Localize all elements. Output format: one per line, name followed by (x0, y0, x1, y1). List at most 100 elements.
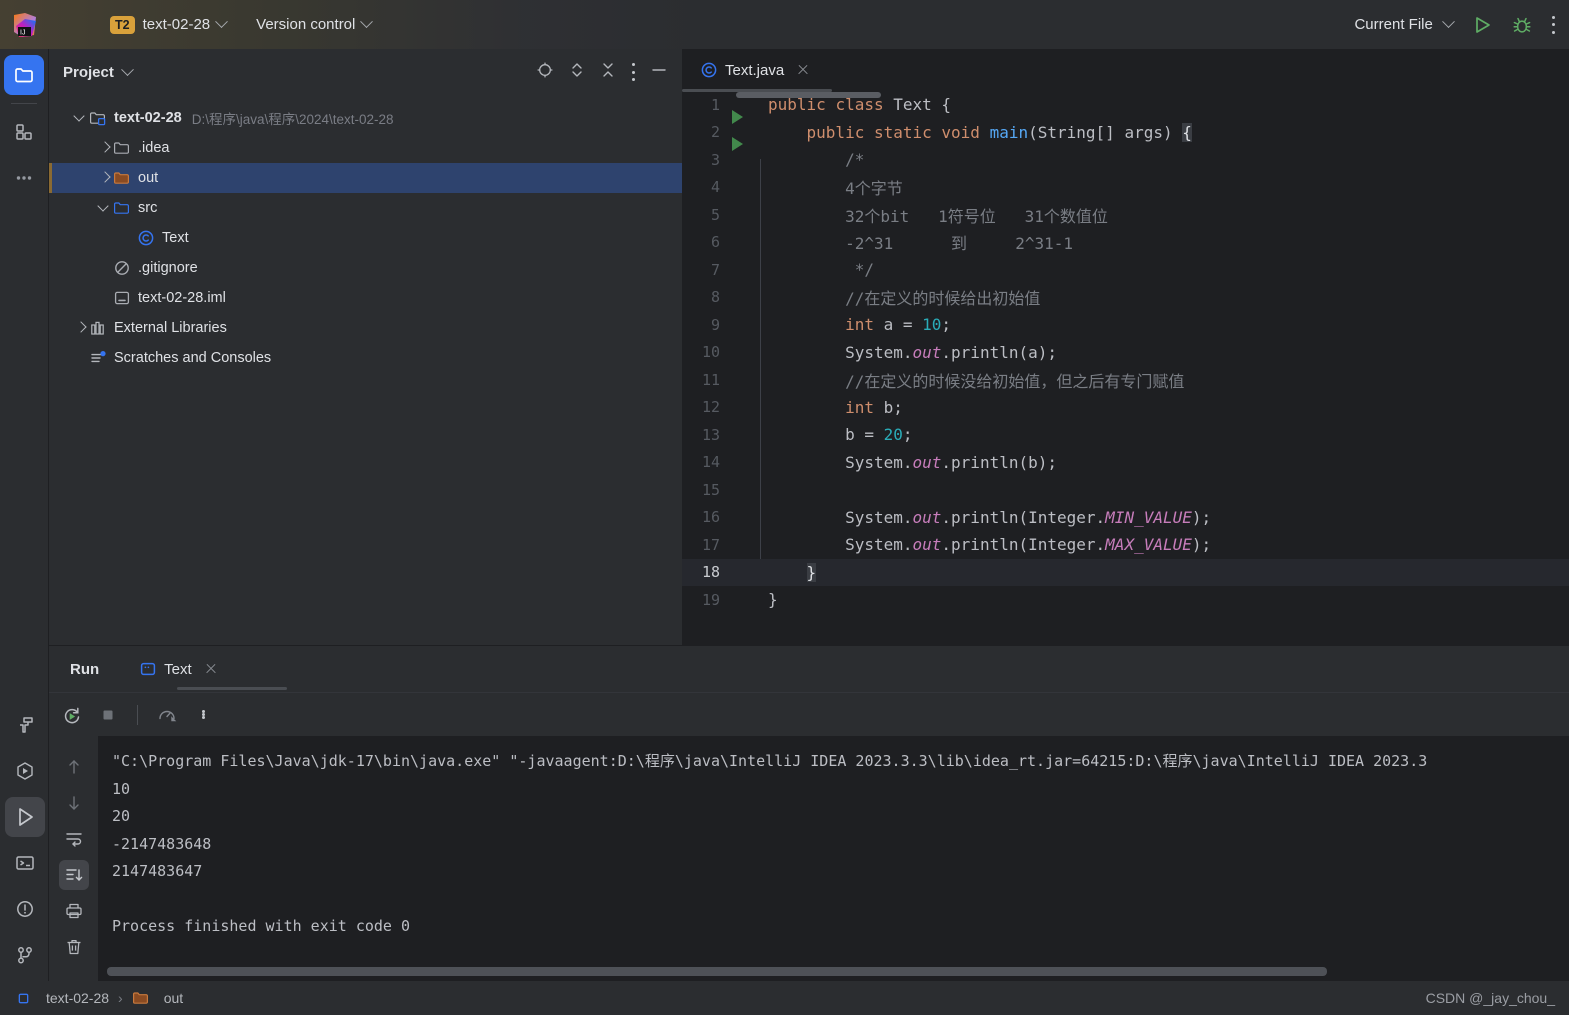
prev-occurrence-button[interactable] (59, 752, 89, 782)
project-panel-title[interactable]: Project (63, 64, 114, 81)
sidebar-item-problems[interactable] (5, 889, 45, 929)
print-button[interactable] (59, 896, 89, 926)
line-number: 2 (710, 123, 720, 142)
soft-wrap-button[interactable] (59, 824, 89, 854)
scroll-to-end-button[interactable] (58, 860, 89, 890)
tree-node-scratches-and-consoles[interactable]: Scratches and Consoles (49, 343, 682, 373)
stripe-divider (11, 103, 37, 104)
console-output[interactable]: "C:\Program Files\Java\jdk-17\bin\java.e… (98, 736, 1569, 962)
svg-text:IJ: IJ (20, 29, 25, 36)
tree-node-external-libraries[interactable]: External Libraries (49, 313, 682, 343)
rerun-button[interactable] (57, 700, 87, 730)
iml-file-icon (113, 289, 131, 307)
chevron-down-icon[interactable] (97, 200, 113, 216)
code-line[interactable]: 17 System.out.println(Integer.MAX_VALUE)… (682, 531, 1569, 573)
console-horizontal-scrollbar[interactable] (107, 967, 1562, 976)
sidebar-item-build[interactable] (5, 705, 45, 745)
code-line[interactable]: 7 */ (682, 256, 1569, 298)
tree-node--idea[interactable]: .idea (49, 133, 682, 163)
code-line[interactable]: 14 System.out.println(b); (682, 449, 1569, 491)
editor-horizontal-scrollbar[interactable] (736, 92, 881, 98)
code-line[interactable]: 12 int b; (682, 394, 1569, 436)
run-tool-window: Run Text "C:\Program Files\Java\jdk-17\b… (49, 645, 1569, 982)
run-play-icon[interactable] (1471, 14, 1493, 36)
more-vertical-icon[interactable] (1551, 15, 1555, 34)
run-configuration-selector[interactable]: Current File (1354, 15, 1455, 33)
tree-node-text-02-28[interactable]: text-02-28 D:\程序\java\程序\2024\text-02-28 (49, 103, 682, 133)
code-line[interactable]: 19} (682, 586, 1569, 614)
close-icon[interactable] (204, 662, 218, 676)
code-text: System.out.println(b); (845, 452, 1057, 472)
tree-node-out[interactable]: out (49, 163, 682, 193)
libraries-icon (89, 319, 107, 337)
sidebar-item-more[interactable] (4, 158, 44, 198)
more-options-button[interactable] (188, 706, 218, 724)
line-number: 15 (701, 480, 720, 499)
profiler-button[interactable] (152, 700, 182, 730)
tree-node-text-02-28-iml[interactable]: text-02-28.iml (49, 283, 682, 313)
locate-icon[interactable] (536, 61, 554, 84)
line-number: 1 (710, 95, 720, 114)
code-line[interactable]: 5 32个bit 1符号位 31个数值位 (682, 201, 1569, 243)
sidebar-item-terminal[interactable] (5, 843, 45, 883)
debug-bug-icon[interactable] (1511, 14, 1533, 36)
clear-all-button[interactable] (59, 932, 89, 962)
console-line: 2147483647 (112, 862, 203, 880)
editor-code-area[interactable]: 1 public class Text { 2 public static void… (682, 91, 1569, 645)
run-tab-text[interactable]: Text (139, 646, 218, 692)
code-line[interactable]: 11 //在定义的时候没给初始值，但之后有专门赋值 (682, 366, 1569, 408)
sidebar-item-run-anything[interactable] (5, 751, 45, 791)
console-line: 20 (112, 807, 131, 825)
console-line: 10 (112, 779, 131, 798)
console-line: Process finished with exit code 0 (112, 917, 411, 935)
code-text: } (806, 562, 817, 582)
breadcrumb-item-out[interactable]: out (132, 989, 183, 1007)
editor-tab-label: Text.java (725, 61, 785, 79)
code-line[interactable]: 8 //在定义的时候给出初始值 (682, 284, 1569, 326)
expand-collapse-icon[interactable] (569, 61, 585, 84)
code-text: 32个bit 1符号位 31个数值位 (845, 206, 1108, 226)
options-more-icon[interactable] (631, 63, 635, 81)
code-line[interactable]: 3 /* (682, 146, 1569, 188)
project-selector[interactable]: T2 text-02-28 (110, 15, 229, 34)
code-text: System.out.println(Integer.MAX_VALUE); (845, 535, 1212, 555)
chevron-right-icon[interactable] (97, 140, 113, 156)
chevron-down-icon[interactable] (120, 62, 134, 76)
breadcrumb-item-text-02-28[interactable]: text-02-28 (14, 989, 109, 1007)
sidebar-item-project[interactable] (4, 55, 44, 95)
next-occurrence-button[interactable] (59, 788, 89, 818)
close-icon[interactable] (796, 63, 810, 77)
code-line[interactable]: 15 (682, 476, 1569, 518)
chevron-right-icon[interactable] (73, 320, 89, 336)
code-line[interactable]: 10 System.out.println(a); (682, 339, 1569, 381)
collapse-all-icon[interactable] (600, 61, 616, 84)
version-control-menu[interactable]: Version control (256, 15, 374, 33)
line-number: 19 (701, 590, 720, 609)
chevron-right-icon[interactable] (97, 170, 113, 186)
code-line[interactable]: 6 -2^31 到 2^31-1 (682, 229, 1569, 271)
tree-node--gitignore[interactable]: .gitignore (49, 253, 682, 283)
code-line[interactable]: 18 } (682, 558, 1569, 586)
java-class-icon (137, 229, 155, 247)
tree-node-src[interactable]: src (49, 193, 682, 223)
stop-button[interactable] (93, 700, 123, 730)
code-line[interactable]: 4 4个字节 (682, 174, 1569, 216)
project-name-label: text-02-28 (142, 16, 211, 33)
sidebar-item-structure[interactable] (4, 112, 44, 152)
project-panel-toolbar (536, 61, 674, 84)
minimize-icon[interactable] (650, 61, 668, 84)
sidebar-item-git[interactable] (5, 935, 45, 975)
hamburger-menu-icon[interactable] (60, 14, 86, 36)
code-line[interactable]: 2 public static void main(String[] args)… (682, 119, 1569, 152)
sidebar-item-run[interactable] (4, 797, 45, 837)
code-line[interactable]: 9 int a = 10; (682, 311, 1569, 353)
project-tree: text-02-28 D:\程序\java\程序\2024\text-02-28.… (49, 95, 682, 373)
tree-node-text[interactable]: Text (49, 223, 682, 253)
folder-orange-icon (132, 989, 150, 1007)
chevron-down-icon[interactable] (73, 110, 89, 126)
code-line[interactable]: 13 b = 20; (682, 421, 1569, 463)
code-line[interactable]: 16 System.out.println(Integer.MIN_VALUE)… (682, 504, 1569, 546)
code-text: public class Text { (768, 95, 952, 115)
editor-tab-text-java[interactable]: Text.java (682, 49, 820, 91)
run-config-icon (139, 660, 157, 678)
